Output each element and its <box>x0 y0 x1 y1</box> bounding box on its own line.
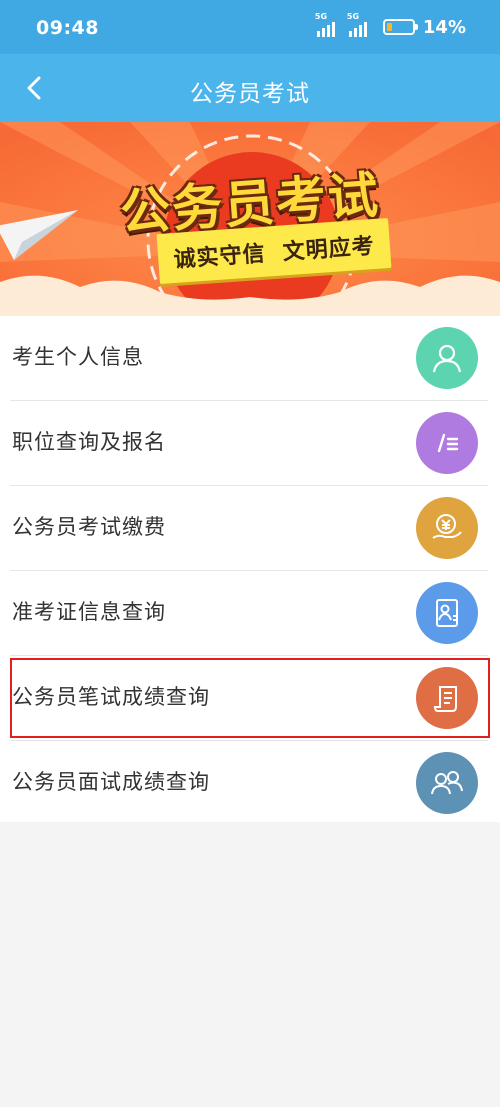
status-time: 09:48 <box>36 17 99 39</box>
menu-item-label: 职位查询及报名 <box>12 430 166 454</box>
id-card-icon <box>416 582 478 644</box>
menu-item-label: 考生个人信息 <box>12 345 144 369</box>
navigation-bar: 公务员考试 <box>0 54 500 122</box>
menu-item-exam-payment[interactable]: 公务员考试缴费 <box>0 486 500 571</box>
network-type-1: 5G <box>314 12 328 21</box>
yuan-payment-icon <box>416 497 478 559</box>
edit-list-icon <box>416 412 478 474</box>
status-indicators: 5G 5G 14% <box>315 12 466 40</box>
menu-item-admission-ticket[interactable]: 准考证信息查询 <box>0 571 500 656</box>
document-scroll-icon <box>416 667 478 729</box>
exam-banner: 公务员考试 诚实守信 文明应考 <box>0 122 500 316</box>
banner-slogan-text: 诚实守信 文明应考 <box>172 234 376 273</box>
menu-item-written-score[interactable]: 公务员笔试成绩查询 <box>0 656 500 741</box>
menu-item-candidate-info[interactable]: 考生个人信息 <box>0 316 500 401</box>
menu-item-label: 公务员笔试成绩查询 <box>12 685 210 709</box>
signal-icon: 5G <box>315 12 335 37</box>
menu-item-interview-score[interactable]: 公务员面试成绩查询 <box>0 741 500 826</box>
signal-icon-2: 5G <box>347 12 367 37</box>
status-bar: 09:48 5G 5G 14% <box>0 0 500 54</box>
person-icon <box>416 327 478 389</box>
menu-item-label: 准考证信息查询 <box>12 600 166 624</box>
network-type-2: 5G <box>346 12 360 21</box>
menu-item-label: 公务员考试缴费 <box>12 515 166 539</box>
page-title: 公务员考试 <box>190 81 310 107</box>
menu-item-label: 公务员面试成绩查询 <box>12 770 210 794</box>
interview-people-icon <box>416 752 478 814</box>
menu-item-position-signup[interactable]: 职位查询及报名 <box>0 401 500 486</box>
battery-percentage: 14% <box>422 16 466 38</box>
menu-list: 考生个人信息 职位查询及报名 公务员考试缴费 准考证信息查询 公务员笔试成绩查询… <box>0 316 500 822</box>
battery-icon <box>382 19 418 35</box>
